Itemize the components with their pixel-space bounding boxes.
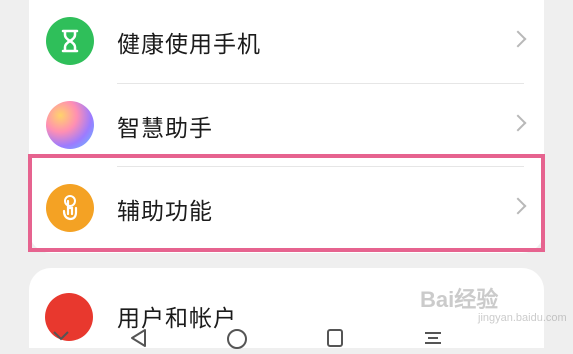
hourglass-icon	[46, 17, 94, 65]
recents-icon[interactable]	[325, 328, 345, 352]
settings-item-digital-balance[interactable]: 健康使用手机	[29, 0, 544, 84]
menu-icon[interactable]	[423, 328, 443, 352]
chevron-down-icon[interactable]	[52, 328, 70, 347]
settings-item-label: 智慧助手	[117, 116, 213, 142]
chevron-right-icon	[509, 30, 527, 48]
assistant-gradient-icon	[46, 101, 94, 149]
home-icon[interactable]	[226, 328, 248, 354]
highlight-box	[28, 154, 545, 252]
settings-item-label: 健康使用手机	[117, 32, 261, 58]
back-icon[interactable]	[129, 328, 149, 352]
navigation-bar	[0, 318, 573, 349]
chevron-right-icon	[509, 114, 527, 132]
